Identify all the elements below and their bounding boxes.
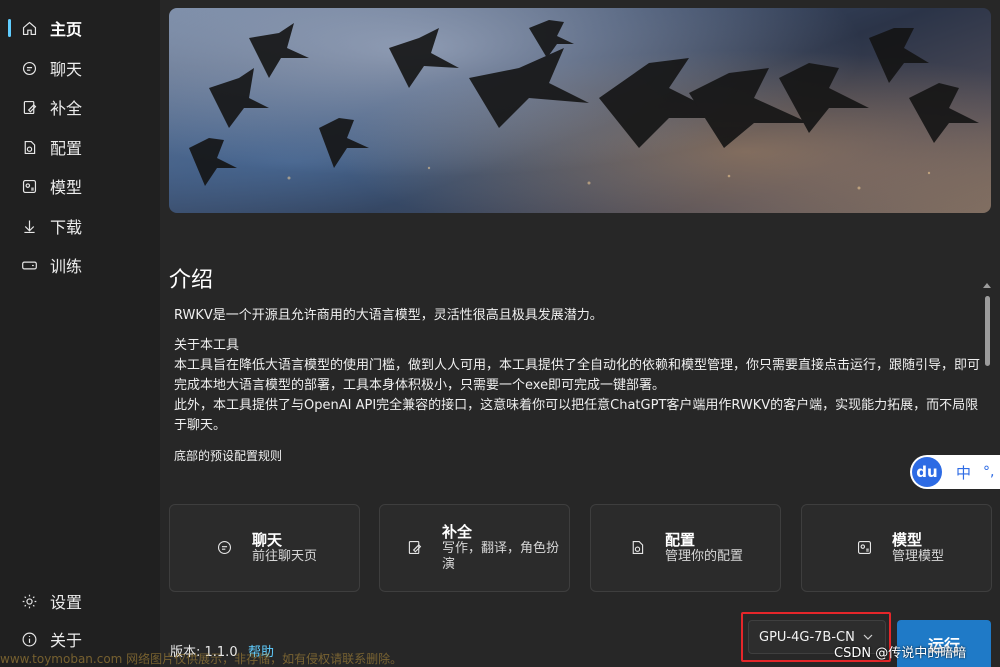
about-body: 本工具旨在降低大语言模型的使用门槛，做到人人可用，本工具提供了全自动化的依赖和模… xyxy=(174,358,981,393)
ime-language-toggle[interactable]: 中 xyxy=(956,462,971,483)
info-icon xyxy=(20,630,38,648)
sidebar-item-config[interactable]: 配置 xyxy=(0,129,150,165)
page-title: 介绍 xyxy=(169,268,214,293)
intro-text: RWKV是一个开源且允许商用的大语言模型，灵活性很高且极具发展潜力。 关于本工具… xyxy=(174,306,982,466)
about-body-2: 此外，本工具提供了与OpenAI API完全兼容的接口，这意味着你可以把任意Ch… xyxy=(174,398,979,433)
card-title: 配置 xyxy=(665,531,696,549)
card-title: 模型 xyxy=(892,531,923,549)
card-title: 补全 xyxy=(442,523,473,541)
banner-image xyxy=(169,8,991,213)
config-card[interactable]: 配置 管理你的配置 xyxy=(590,504,781,592)
sidebar-item-label: 下载 xyxy=(50,218,83,237)
sidebar-item-home[interactable]: 主页 xyxy=(0,10,150,46)
chat-card[interactable]: 聊天 前往聊天页 xyxy=(169,504,360,592)
intro-paragraph: RWKV是一个开源且允许商用的大语言模型，灵活性很高且极具发展潜力。 xyxy=(174,308,603,323)
scroll-up-arrow[interactable] xyxy=(983,283,991,288)
completion-card[interactable]: 补全 写作，翻译，角色扮演 xyxy=(379,504,570,592)
ime-toolbar[interactable]: du 中 °, xyxy=(910,455,1000,489)
sidebar-item-label: 模型 xyxy=(50,178,83,197)
config-icon xyxy=(20,138,38,156)
model-icon xyxy=(20,177,38,195)
completion-icon xyxy=(20,98,38,116)
sidebar-item-label: 聊天 xyxy=(50,60,83,79)
home-icon xyxy=(20,19,38,37)
sidebar-item-train[interactable]: 训练 xyxy=(0,247,150,283)
sidebar-item-chat[interactable]: 聊天 xyxy=(0,50,150,86)
train-icon xyxy=(20,256,38,274)
crows-illustration xyxy=(189,20,979,190)
sidebar-item-completion[interactable]: 补全 xyxy=(0,89,150,125)
chat-icon xyxy=(20,59,38,77)
chat-icon xyxy=(216,539,234,557)
sidebar: 主页 聊天 补全 配置 模型 下载 训练 设置 关于 xyxy=(0,0,160,667)
preset-note: 底部的预设配置规则 xyxy=(174,449,283,463)
sidebar-item-label: 补全 xyxy=(50,99,83,118)
watermark-right: CSDN @传说中的暗暗 xyxy=(834,646,967,661)
sidebar-item-model[interactable]: 模型 xyxy=(0,168,150,204)
about-heading: 关于本工具 xyxy=(174,338,240,353)
sidebar-item-label: 关于 xyxy=(50,631,83,650)
card-title: 聊天 xyxy=(252,531,283,549)
card-description: 管理模型 xyxy=(892,549,945,564)
sidebar-item-label: 配置 xyxy=(50,139,83,158)
completion-icon xyxy=(406,539,424,557)
sidebar-item-label: 设置 xyxy=(50,593,83,612)
download-icon xyxy=(20,217,38,235)
sidebar-item-label: 主页 xyxy=(50,20,83,39)
sidebar-item-download[interactable]: 下载 xyxy=(0,208,150,244)
ime-logo-icon: du xyxy=(912,457,942,487)
scrollbar-thumb[interactable] xyxy=(985,296,990,366)
card-description: 前往聊天页 xyxy=(252,549,318,564)
sidebar-item-label: 训练 xyxy=(50,257,83,276)
model-card[interactable]: 模型 管理模型 xyxy=(801,504,992,592)
active-indicator xyxy=(8,19,11,37)
watermark-left: www.toymoban.com 网络图片仅供展示，非存储，如有侵权请联系删除。 xyxy=(0,652,403,666)
gear-icon xyxy=(20,592,38,610)
card-description: 管理你的配置 xyxy=(665,549,744,564)
sidebar-item-settings[interactable]: 设置 xyxy=(0,583,150,619)
config-icon xyxy=(629,539,647,557)
model-icon xyxy=(856,539,874,557)
card-description: 写作，翻译，角色扮演 xyxy=(442,541,560,572)
ime-punctuation-toggle[interactable]: °, xyxy=(983,464,994,480)
